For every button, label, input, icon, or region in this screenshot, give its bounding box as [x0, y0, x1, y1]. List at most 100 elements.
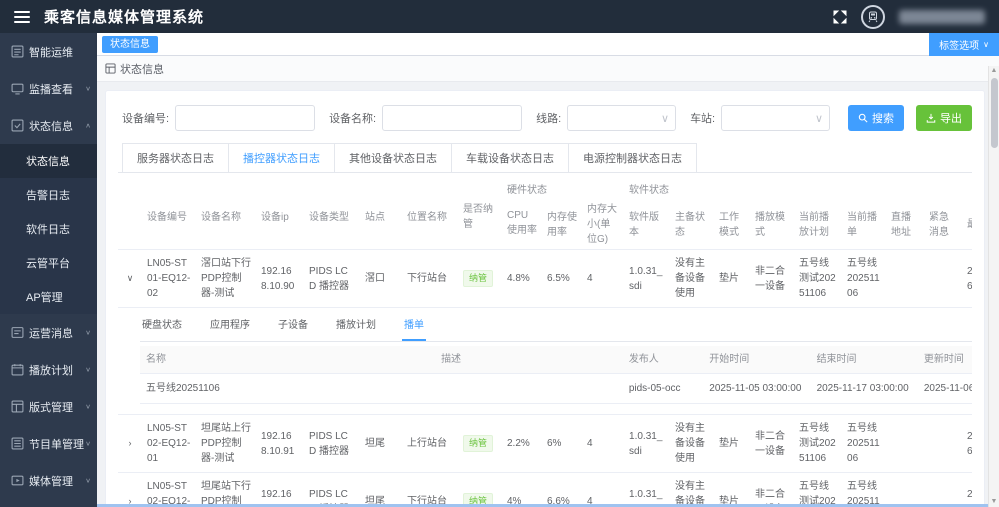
row-expand-toggle[interactable]: › — [118, 415, 142, 473]
line-select[interactable]: ∨ — [567, 105, 676, 131]
subcol-publisher: 发布人 — [623, 346, 703, 374]
detail-tab-applications[interactable]: 应用程序 — [208, 312, 252, 341]
chevron-up-icon: ∧ — [85, 122, 91, 129]
monitor-icon — [11, 82, 24, 95]
scroll-up-arrow-icon[interactable]: ▲ — [991, 66, 998, 76]
status-card: 设备编号: 设备名称: 线路: ∨ 车站: ∨ 搜索 — [105, 90, 985, 507]
device-id-label: 设备编号: — [122, 110, 169, 126]
col-device-id: 设备编号 — [142, 173, 196, 250]
chevron-down-icon: ∨ — [815, 112, 823, 125]
chevron-down-icon: ∨ — [983, 40, 989, 49]
chevron-down-icon: ∨ — [85, 329, 91, 336]
col-live: 直播地址 — [886, 196, 924, 250]
export-button[interactable]: 导出 — [916, 105, 972, 131]
row-expand-toggle[interactable]: › — [118, 473, 142, 507]
detail-tab-playlist[interactable]: 播单 — [402, 312, 426, 341]
tag-bar: 状态信息 标签选项 ∨ — [97, 33, 999, 56]
col-group-hardware: 硬件状态 — [502, 173, 624, 196]
sidebar: 智能运维 监播查看 ∨ 状态信息 ∧ 状态信息 告警日志 软件日志 云管平台 A… — [0, 33, 97, 507]
tab-other-device-status-log[interactable]: 其他设备状态日志 — [334, 143, 452, 172]
line-label: 线路: — [536, 110, 561, 126]
search-button[interactable]: 搜索 — [848, 105, 904, 131]
tab-vehicle-device-status-log[interactable]: 车载设备状态日志 — [451, 143, 569, 172]
subcol-start-time: 开始时间 — [703, 346, 810, 374]
table-row: › LN05-ST02-EQ12-02 坦尾站下行PDP控制器-测试 192.1… — [118, 473, 972, 507]
col-cpu: CPU使用率 — [502, 196, 542, 250]
device-name-input[interactable] — [382, 105, 522, 131]
sidebar-item-status-info[interactable]: 状态信息 ∧ — [0, 107, 97, 144]
tab-server-status-log[interactable]: 服务器状态日志 — [122, 143, 229, 172]
sidebar-subitem-cloud-platform[interactable]: 云管平台 — [0, 246, 97, 280]
status-grid-icon — [105, 63, 116, 74]
playlist-table: 名称 描述 发布人 开始时间 结束时间 更新时间 — [140, 346, 972, 404]
col-mem: 内存使用率 — [542, 196, 582, 250]
col-managed: 是否纳管 — [458, 173, 502, 250]
status-badge: 纳管 — [463, 435, 493, 453]
scroll-down-arrow-icon[interactable]: ▼ — [991, 497, 998, 507]
detail-tab-sub-devices[interactable]: 子设备 — [276, 312, 310, 341]
sidebar-subitem-status-info[interactable]: 状态信息 — [0, 144, 97, 178]
row-detail: 硬盘状态 应用程序 子设备 播放计划 播单 — [118, 308, 972, 415]
sidebar-item-smart-ops[interactable]: 智能运维 — [0, 33, 97, 70]
chevron-down-icon: ∨ — [85, 440, 91, 447]
user-avatar-train-icon[interactable] — [861, 5, 885, 29]
app-header: 乘客信息媒体管理系统 — [0, 0, 999, 33]
username-redacted[interactable] — [899, 10, 985, 24]
chevron-down-icon: ∨ — [85, 366, 91, 373]
calendar-icon — [11, 363, 24, 376]
subcol-end-time: 结束时间 — [811, 346, 918, 374]
breadcrumb-label: 状态信息 — [120, 61, 164, 77]
sidebar-item-layout-management[interactable]: 版式管理 ∨ — [0, 388, 97, 425]
tag-chip-status-info[interactable]: 状态信息 — [102, 36, 158, 53]
sidebar-item-review-management[interactable]: 审核管理 ∨ — [0, 499, 97, 507]
status-submenu: 状态信息 告警日志 软件日志 云管平台 AP管理 — [0, 144, 97, 314]
playlist-row: 五号线20251106 pids-05-occ 2025-11-05 03:00… — [140, 374, 972, 404]
search-form: 设备编号: 设备名称: 线路: ∨ 车站: ∨ 搜索 — [118, 101, 972, 143]
breadcrumb: 状态信息 — [97, 56, 999, 82]
tab-controller-status-log[interactable]: 播控器状态日志 — [228, 143, 335, 172]
subcol-update-time: 更新时间 — [918, 346, 972, 374]
col-updated: 最后更新时间 — [962, 196, 972, 250]
col-type: 设备类型 — [304, 173, 360, 250]
col-plan: 当前播放计划 — [794, 196, 842, 250]
export-icon — [926, 113, 936, 123]
col-play-mode: 播放模式 — [750, 196, 794, 250]
station-label: 车站: — [690, 110, 715, 126]
sidebar-item-play-plan[interactable]: 播放计划 ∨ — [0, 351, 97, 388]
detail-tab-play-plan[interactable]: 播放计划 — [334, 312, 378, 341]
col-work-mode: 工作模式 — [714, 196, 750, 250]
device-table: 设备编号 设备名称 设备ip 设备类型 站点 位置名称 是否纳管 硬件状态 软件… — [118, 173, 972, 506]
col-station: 站点 — [360, 173, 402, 250]
app-title: 乘客信息媒体管理系统 — [44, 6, 204, 27]
layout-icon — [11, 400, 24, 413]
sidebar-subitem-alarm-log[interactable]: 告警日志 — [0, 178, 97, 212]
sidebar-subitem-software-log[interactable]: 软件日志 — [0, 212, 97, 246]
fullscreen-icon[interactable] — [833, 10, 847, 24]
device-id-input[interactable] — [175, 105, 315, 131]
col-master: 主备状态 — [670, 196, 714, 250]
message-icon — [11, 326, 24, 339]
sidebar-item-monitor-view[interactable]: 监播查看 ∨ — [0, 70, 97, 107]
app-window: 乘客信息媒体管理系统 — [0, 0, 999, 507]
ops-icon — [11, 45, 24, 58]
col-playlist: 当前播单 — [842, 196, 886, 250]
detail-tab-disk-status[interactable]: 硬盘状态 — [140, 312, 184, 341]
tab-power-controller-status-log[interactable]: 电源控制器状态日志 — [568, 143, 697, 172]
col-version: 软件版本 — [624, 196, 670, 250]
col-group-software: 软件状态 — [624, 173, 972, 196]
chevron-down-icon: ∨ — [85, 477, 91, 484]
log-type-tabs: 服务器状态日志 播控器状态日志 其他设备状态日志 车载设备状态日志 电源控制器状… — [118, 143, 972, 173]
scrollbar-thumb[interactable] — [991, 78, 998, 148]
vertical-scrollbar[interactable]: ▲ ▼ — [988, 66, 999, 507]
sidebar-subitem-ap-management[interactable]: AP管理 — [0, 280, 97, 314]
hamburger-menu-icon[interactable] — [14, 11, 30, 23]
sidebar-item-program-list[interactable]: 节目单管理 ∨ — [0, 425, 97, 462]
sidebar-item-operation-message[interactable]: 运营消息 ∨ — [0, 314, 97, 351]
device-name-label: 设备名称: — [329, 110, 376, 126]
media-icon — [11, 474, 24, 487]
sidebar-item-media-management[interactable]: 媒体管理 ∨ — [0, 462, 97, 499]
row-expand-toggle[interactable]: ∨ — [118, 250, 142, 308]
tag-options-button[interactable]: 标签选项 ∨ — [929, 33, 999, 56]
station-select[interactable]: ∨ — [721, 105, 830, 131]
detail-tabs: 硬盘状态 应用程序 子设备 播放计划 播单 — [140, 312, 972, 342]
